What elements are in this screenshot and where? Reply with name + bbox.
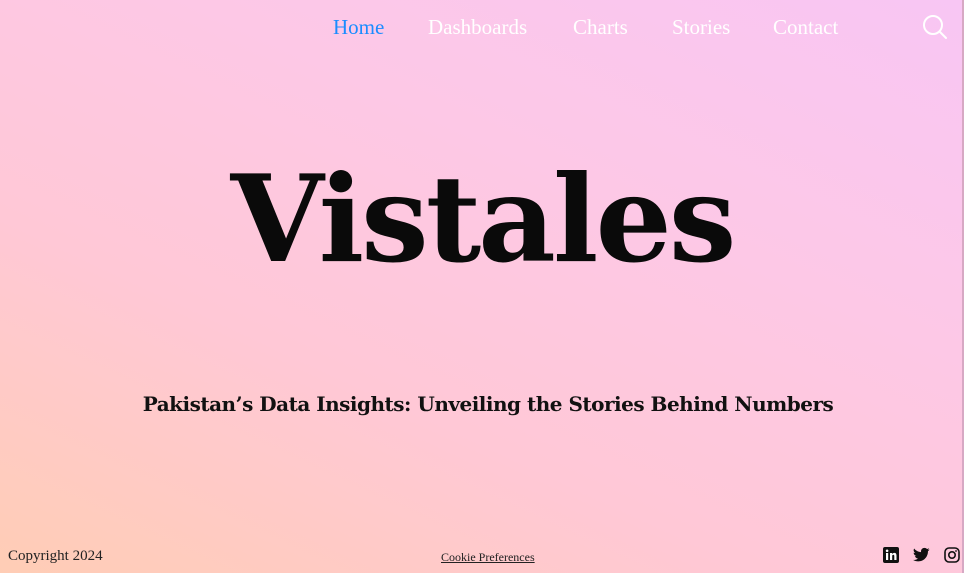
nav-item-dashboards[interactable]: Dashboards <box>428 12 527 42</box>
nav-item-stories[interactable]: Stories <box>672 12 730 42</box>
main-nav: Home Dashboards Charts Stories Contact <box>0 12 964 44</box>
copyright-text: Copyright 2024 <box>8 548 103 564</box>
nav-item-charts[interactable]: Charts <box>573 12 628 42</box>
nav-item-contact[interactable]: Contact <box>773 12 838 42</box>
twitter-icon[interactable] <box>913 547 931 565</box>
cookie-preferences-link[interactable]: Cookie Preferences <box>441 549 535 565</box>
nav-item-home[interactable]: Home <box>333 12 384 42</box>
site-tagline: Pakistan’s Data Insights: Unveiling the … <box>142 392 834 416</box>
linkedin-icon[interactable] <box>883 547 901 565</box>
instagram-icon[interactable] <box>944 547 962 565</box>
site-title: Vistales <box>230 149 737 290</box>
search-icon[interactable] <box>921 13 949 41</box>
